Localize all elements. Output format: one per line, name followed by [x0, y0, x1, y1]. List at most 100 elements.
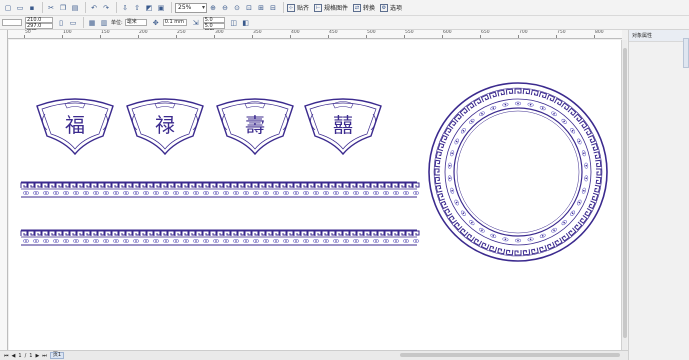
zoom-in-icon[interactable]: ⊕: [208, 3, 218, 13]
publish-pdf-icon[interactable]: ◩: [144, 3, 154, 13]
open-folder-icon[interactable]: ▭: [15, 3, 25, 13]
paste-icon[interactable]: ▤: [70, 3, 80, 13]
ruler-tick-label: 800: [595, 30, 604, 35]
fan-character: 壽: [245, 113, 265, 137]
property-bar: 210.0 mm 297.0 mm ▯ ▭ ▦ ▥ 单位: 毫米 ✥ 0.1 m…: [0, 16, 689, 33]
border-strip-2[interactable]: [20, 229, 420, 246]
ruler-tick: [594, 35, 595, 38]
duplicate-distance: 5.0 mm 5.0 mm: [202, 16, 225, 33]
guides-icon: ⊢: [314, 3, 323, 12]
toolbar-divider: [283, 2, 284, 13]
ruler-tick-label: 600: [443, 30, 452, 35]
toolbar-divider: [85, 2, 86, 13]
last-page-icon[interactable]: ⏭: [42, 353, 47, 359]
new-file-icon[interactable]: ▢: [3, 3, 13, 13]
export-icon[interactable]: ⇧: [132, 3, 142, 13]
ruler-tick: [480, 35, 481, 38]
ruler-tick-label: 250: [177, 30, 186, 35]
zoom-fit-icon[interactable]: ⊙: [232, 3, 242, 13]
ruler-tick-label: 100: [63, 30, 72, 35]
all-pages-icon[interactable]: ▦: [87, 18, 97, 28]
border-strip-1[interactable]: [20, 181, 420, 198]
ruler-tick: [138, 35, 139, 38]
ruler-tick-label: 650: [481, 30, 490, 35]
ruler-tick: [404, 35, 405, 38]
convert-icon: ⇄: [353, 3, 362, 12]
convert-button[interactable]: ⇄ 转换: [353, 3, 375, 12]
first-page-icon[interactable]: ⏮: [4, 353, 9, 359]
object-properties-docker: 对象属性: [628, 30, 689, 360]
ruler-tick-label: 700: [519, 30, 528, 35]
vertical-scrollbar[interactable]: [621, 40, 627, 350]
import-icon[interactable]: ⇩: [120, 3, 130, 13]
ruler-tick-label: 350: [253, 30, 262, 35]
fan-badge-fu[interactable]: 福: [36, 98, 114, 155]
page-separator: /: [24, 352, 27, 359]
scroll-thumb[interactable]: [623, 48, 627, 338]
fan-badge-xi[interactable]: 囍: [304, 98, 382, 155]
copy-icon[interactable]: ❐: [58, 3, 68, 13]
app-window: ▢ ▭ ▪ ✂ ❐ ▤ ↶ ↷ ⇩ ⇧ ◩ ▣ 25% ⊕ ⊖ ⊙ ⊡ ⊞ ⊟ …: [0, 0, 689, 360]
ruler-tick-label: 200: [139, 30, 148, 35]
ruler-tick-label: 450: [329, 30, 338, 35]
fan-character: 福: [65, 113, 85, 137]
zoom-height-icon[interactable]: ⊟: [268, 3, 278, 13]
convert-label: 转换: [363, 5, 376, 12]
cut-icon[interactable]: ✂: [46, 3, 56, 13]
options-button[interactable]: ⚙ 选项: [380, 3, 402, 12]
drawing-canvas[interactable]: 福 禄 壽 囍: [9, 40, 621, 350]
align-guides-button[interactable]: ⊢ 规格图件: [314, 3, 348, 12]
unit-select[interactable]: 毫米: [124, 19, 147, 26]
portrait-icon[interactable]: ▯: [56, 18, 66, 28]
docker-tab[interactable]: [683, 38, 689, 68]
ruler-tick: [176, 35, 177, 38]
ruler-tick: [252, 35, 253, 38]
landscape-icon[interactable]: ▭: [68, 18, 78, 28]
treat-as-filled-icon[interactable]: ◫: [229, 18, 239, 28]
page-tab[interactable]: 页1: [49, 352, 64, 359]
current-page-icon[interactable]: ▥: [99, 18, 109, 28]
ruler-tick-label: 550: [405, 30, 414, 35]
paper-size-select[interactable]: [2, 19, 22, 26]
ruler-tick: [214, 35, 215, 38]
redo-icon[interactable]: ↷: [101, 3, 111, 13]
ruler-tick: [442, 35, 443, 38]
artwork: 福 禄 壽 囍: [20, 82, 608, 262]
duplicate-y-field[interactable]: 5.0 mm: [202, 22, 225, 33]
page-height-field[interactable]: 297.0 mm: [25, 22, 53, 33]
fan-badge-shou[interactable]: 壽: [216, 98, 294, 155]
launcher-icon[interactable]: ▣: [156, 3, 166, 13]
align-guides-label: 规格图件: [324, 5, 349, 12]
page-options-icon[interactable]: ◧: [241, 18, 251, 28]
snap-to-button[interactable]: ⊹ 贴齐: [287, 3, 309, 12]
snap-to-label: 贴齐: [297, 5, 310, 12]
horizontal-ruler: 50 100 150 200 250 300 350 400 450 500 550 600 650 70…: [8, 30, 622, 39]
zoom-page-icon[interactable]: ⊡: [244, 3, 254, 13]
unit-label: 单位:: [111, 20, 123, 26]
options-label: 选项: [390, 5, 403, 12]
toolbar-divider: [83, 17, 84, 28]
save-icon[interactable]: ▪: [27, 3, 37, 13]
docker-title: 对象属性: [629, 30, 689, 42]
next-page-icon[interactable]: ▶: [35, 353, 39, 359]
zoom-out-icon[interactable]: ⊖: [220, 3, 230, 13]
ruler-tick: [328, 35, 329, 38]
toolbar-divider: [42, 2, 43, 13]
prev-page-icon[interactable]: ◀: [12, 353, 16, 359]
nudge-distance-field[interactable]: 0.1 mm: [162, 19, 187, 26]
ruler-tick-label: 300: [215, 30, 224, 35]
ruler-tick: [518, 35, 519, 38]
zoom-level-select[interactable]: 25%: [175, 2, 207, 13]
ruler-tick-label: 50: [25, 30, 31, 35]
ruler-tick: [290, 35, 291, 38]
page-current: 1: [18, 352, 22, 359]
fan-badge-lu[interactable]: 禄: [126, 98, 204, 155]
ruler-tick: [100, 35, 101, 38]
circular-frame[interactable]: [428, 82, 608, 262]
fan-character: 囍: [333, 113, 353, 137]
toolbar-divider: [171, 2, 172, 13]
zoom-width-icon[interactable]: ⊞: [256, 3, 266, 13]
undo-icon[interactable]: ↶: [89, 3, 99, 13]
nudge-icon: ✥: [152, 18, 159, 27]
horizontal-scrollbar[interactable]: [400, 353, 620, 357]
